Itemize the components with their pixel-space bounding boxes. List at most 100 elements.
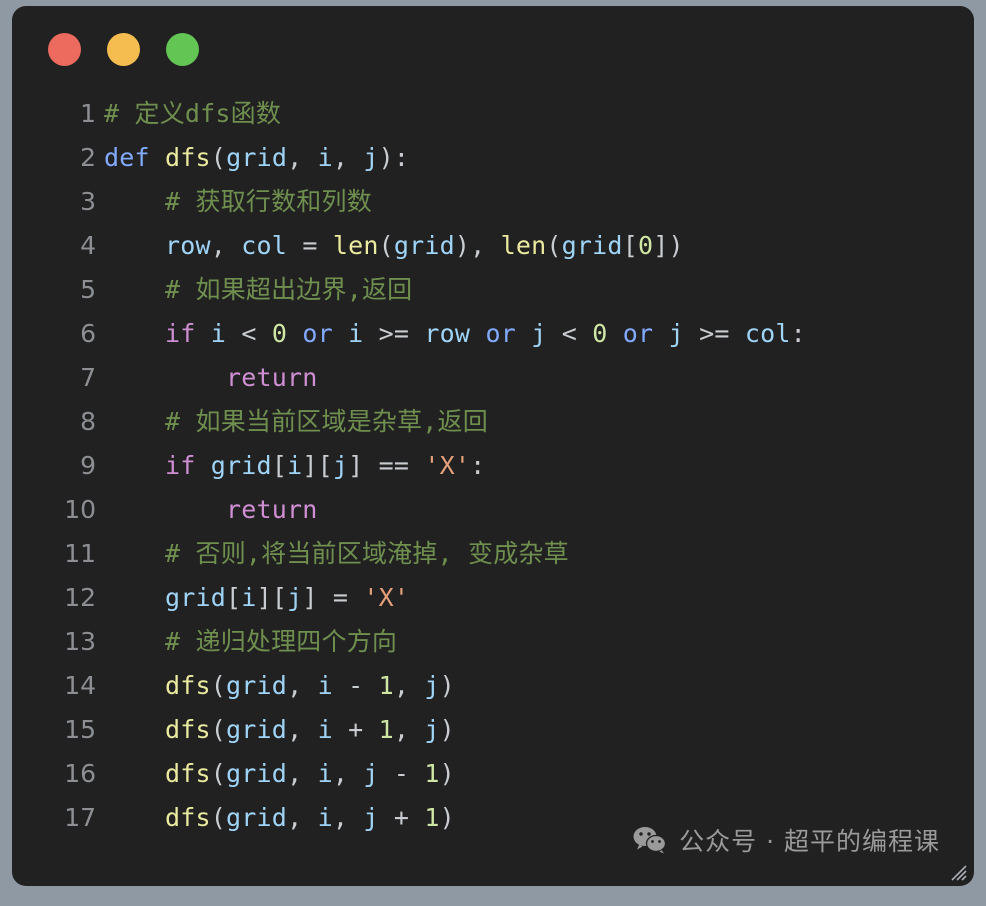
code-line[interactable]: 9 if grid[i][j] == 'X': [12,444,974,488]
code-line[interactable]: 15 dfs(grid, i + 1, j) [12,708,974,752]
code-token: 'X' [363,583,410,612]
code-token: < [546,319,593,348]
code-line[interactable]: 6 if i < 0 or i >= row or j < 0 or j >= … [12,312,974,356]
code-token: i [317,143,333,172]
code-token: 1 [424,759,440,788]
watermark: 公众号 · 超平的编程课 [633,822,940,858]
code-line-text: dfs(grid, i, j - 1) [104,752,974,796]
code-token: + [332,715,379,744]
line-number: 8 [80,407,96,436]
code-token: , [332,803,364,832]
code-line[interactable]: 16 dfs(grid, i, j - 1) [12,752,974,796]
code-token: i [317,803,333,832]
code-token: # 如果当前区域是杂草,返回 [104,407,488,436]
code-line-text: grid[i][j] = 'X' [104,576,974,620]
code-token: ][ [256,583,288,612]
code-token: # 递归处理四个方向 [104,627,398,656]
line-number: 2 [80,143,96,172]
code-token: : [790,319,806,348]
code-token: ( [210,671,227,700]
code-line[interactable]: 8 # 如果当前区域是杂草,返回 [12,400,974,444]
code-line[interactable]: 12 grid[i][j] = 'X' [12,576,974,620]
code-token: ), [454,231,501,260]
code-line[interactable]: 2 def dfs(grid, i, j): [12,136,974,180]
code-token: 0 [592,319,608,348]
code-token: len [332,231,379,260]
code-token: # 否则,将当前区域淹掉, 变成杂草 [104,539,569,568]
code-line[interactable]: 10 return [12,488,974,532]
code-token: grid [226,803,288,832]
code-token: grid [226,715,288,744]
code-token: # 获取行数和列数 [104,187,372,216]
code-token: ) [439,759,455,788]
code-token: i [210,319,227,348]
code-line[interactable]: 13 # 递归处理四个方向 [12,620,974,664]
code-token: [ [271,451,288,480]
code-line[interactable]: 14 dfs(grid, i - 1, j) [12,664,974,708]
code-token: row [165,231,211,260]
code-line[interactable]: 1 # 定义dfs函数 [12,92,974,136]
code-token: ][ [302,451,333,480]
code-line[interactable]: 11 # 否则,将当前区域淹掉, 变成杂草 [12,532,974,576]
code-token: 1 [378,715,394,744]
code-line[interactable]: 5 # 如果超出边界,返回 [12,268,974,312]
resize-grip-icon[interactable] [948,862,968,882]
code-token: j [363,803,379,832]
code-token: : [470,451,486,480]
code-token: , [287,715,318,744]
code-token: dfs [165,803,211,832]
code-line-text: # 如果超出边界,返回 [104,268,974,312]
code-token: ) [439,803,455,832]
code-token: ) [439,715,455,744]
code-token: grid [393,231,455,260]
code-line-text: # 否则,将当前区域淹掉, 变成杂草 [104,532,974,576]
watermark-label: 公众号 · 超平的编程课 [679,827,940,856]
code-token: ]) [653,231,684,260]
minimize-button[interactable] [107,32,140,66]
line-number: 7 [80,363,96,392]
code-token: >= [683,319,745,348]
code-line[interactable]: 3 # 获取行数和列数 [12,180,974,224]
code-token: + [378,803,425,832]
code-token: 'X' [424,451,471,480]
window-titlebar [12,6,974,92]
code-editor[interactable]: 1 # 定义dfs函数 2 def dfs(grid, i, j): 3 # 获取行数和… [12,92,974,840]
code-token: grid [561,231,623,260]
code-token: i [287,451,303,480]
code-token: j [668,319,684,348]
code-token: [ [622,231,638,260]
code-token: ): [378,143,410,172]
code-line-text: return [104,488,974,532]
code-token: [ [226,583,242,612]
line-number: 10 [64,495,96,524]
code-token: ] = [302,583,364,612]
zoom-button[interactable] [166,32,199,66]
code-token: = [287,231,333,260]
code-token: , [287,803,318,832]
close-button[interactable] [48,32,81,66]
code-line[interactable]: 7 return [12,356,974,400]
code-token: i [348,319,364,348]
code-token: len [500,231,547,260]
wechat-icon [633,827,667,854]
code-line-text: dfs(grid, i - 1, j) [104,664,974,708]
line-number: 6 [80,319,96,348]
line-number: 12 [64,583,96,612]
code-token: i [317,671,333,700]
code-line[interactable]: 4 row, col = len(grid), len(grid[0]) [12,224,974,268]
code-token: ) [439,671,455,700]
code-token: 1 [424,803,440,832]
code-line-text: dfs(grid, i + 1, j) [104,708,974,752]
code-token: if [165,451,196,480]
code-line-text: # 如果当前区域是杂草,返回 [104,400,974,444]
line-number: 15 [64,715,96,744]
code-token: i [317,715,333,744]
code-token: # 定义dfs函数 [104,99,282,128]
code-token: or [485,319,516,348]
